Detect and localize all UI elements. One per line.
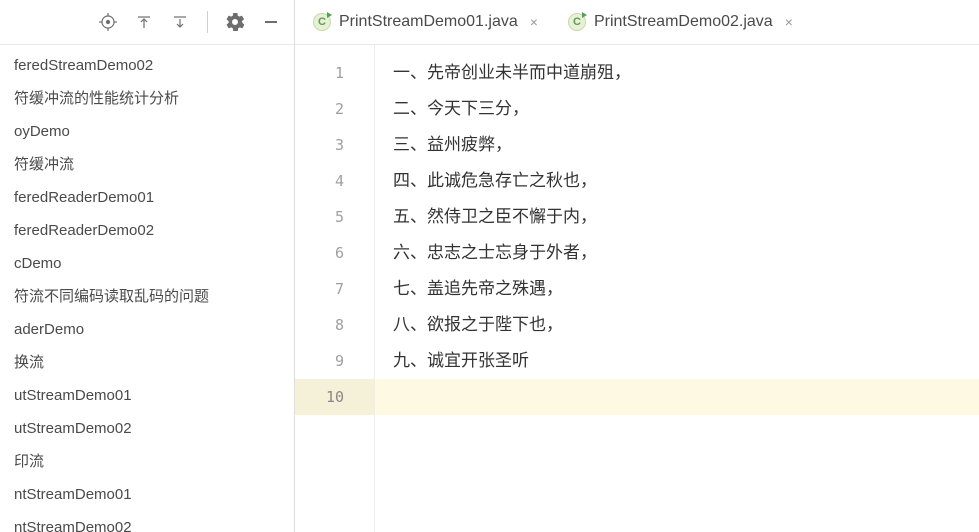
sidebar-item-label: feredStreamDemo02 [14,57,153,74]
sidebar-item-label: ntStreamDemo01 [14,486,132,503]
java-class-icon [568,13,586,31]
line-number: 8 [295,307,374,343]
sidebar-item-label: feredReaderDemo02 [14,222,154,239]
editor-area: PrintStreamDemo01.java × PrintStreamDemo… [295,0,979,532]
sidebar-item[interactable]: 符缓冲流的性能统计分析 [0,82,294,115]
sidebar-item-label: 符流不同编码读取乱码的问题 [14,288,209,305]
code-line: 三、益州疲弊， [375,127,979,163]
tab-file-2[interactable]: PrintStreamDemo02.java × [568,13,793,31]
sidebar-item-label: 符缓冲流 [14,156,74,173]
tab-label: PrintStreamDemo02.java [594,13,773,31]
sidebar-item[interactable]: feredReaderDemo02 [0,214,294,247]
code-lines[interactable]: 一、先帝创业未半而中道崩殂，二、今天下三分，三、益州疲弊，四、此诚危急存亡之秋也… [375,45,979,532]
sidebar-item[interactable]: 换流 [0,346,294,379]
code-line: 二、今天下三分， [375,91,979,127]
sidebar-list: feredStreamDemo02 符缓冲流的性能统计分析 oyDemo 符缓冲… [0,45,294,532]
code-line: 九、诚宜开张圣听 [375,343,979,379]
code-line: 五、然侍卫之臣不懈于内， [375,199,979,235]
sidebar-item-label: 印流 [14,453,44,470]
sidebar-item[interactable]: 印流 [0,445,294,478]
line-number: 1 [295,55,374,91]
code-area: 12345678910 一、先帝创业未半而中道崩殂，二、今天下三分，三、益州疲弊… [295,45,979,532]
sidebar-item[interactable]: oyDemo [0,115,294,148]
sidebar: feredStreamDemo02 符缓冲流的性能统计分析 oyDemo 符缓冲… [0,0,295,532]
sidebar-item[interactable]: utStreamDemo02 [0,412,294,445]
toolbar-separator [207,11,208,33]
sidebar-item[interactable]: 符流不同编码读取乱码的问题 [0,280,294,313]
sidebar-item[interactable]: feredReaderDemo01 [0,181,294,214]
target-icon[interactable] [99,13,117,31]
line-number: 2 [295,91,374,127]
line-number: 5 [295,199,374,235]
gear-icon[interactable] [226,13,244,31]
sidebar-item-label: oyDemo [14,123,70,140]
sidebar-item[interactable]: feredStreamDemo02 [0,49,294,82]
code-line: 一、先帝创业未半而中道崩殂， [375,55,979,91]
sidebar-item-label: 符缓冲流的性能统计分析 [14,90,179,107]
sidebar-item[interactable]: 符缓冲流 [0,148,294,181]
line-number: 4 [295,163,374,199]
tab-file-1[interactable]: PrintStreamDemo01.java × [313,13,538,31]
java-class-icon [313,13,331,31]
code-line: 六、忠志之士忘身于外者， [375,235,979,271]
tab-bar: PrintStreamDemo01.java × PrintStreamDemo… [295,0,979,45]
sidebar-item-label: cDemo [14,255,62,272]
code-line: 八、欲报之于陛下也， [375,307,979,343]
sidebar-item-label: feredReaderDemo01 [14,189,154,206]
sidebar-item-label: 换流 [14,354,44,371]
line-number: 3 [295,127,374,163]
sidebar-item[interactable]: aderDemo [0,313,294,346]
sidebar-item-label: aderDemo [14,321,84,338]
sidebar-item[interactable]: cDemo [0,247,294,280]
close-icon[interactable]: × [785,14,793,30]
sidebar-item-label: ntStreamDemo02 [14,519,132,532]
expand-all-icon[interactable] [135,13,153,31]
line-number: 7 [295,271,374,307]
collapse-all-icon[interactable] [171,13,189,31]
line-number: 10 [295,379,374,415]
line-number: 9 [295,343,374,379]
minimize-icon[interactable] [262,13,280,31]
line-number: 6 [295,235,374,271]
sidebar-item[interactable]: ntStreamDemo01 [0,478,294,511]
gutter: 12345678910 [295,45,375,532]
code-line [375,379,979,415]
tab-label: PrintStreamDemo01.java [339,13,518,31]
code-line: 四、此诚危急存亡之秋也， [375,163,979,199]
code-line: 七、盖追先帝之殊遇， [375,271,979,307]
sidebar-item[interactable]: ntStreamDemo02 [0,511,294,532]
sidebar-item-label: utStreamDemo01 [14,387,132,404]
sidebar-item-label: utStreamDemo02 [14,420,132,437]
sidebar-item[interactable]: utStreamDemo01 [0,379,294,412]
close-icon[interactable]: × [530,14,538,30]
sidebar-toolbar [0,0,294,45]
